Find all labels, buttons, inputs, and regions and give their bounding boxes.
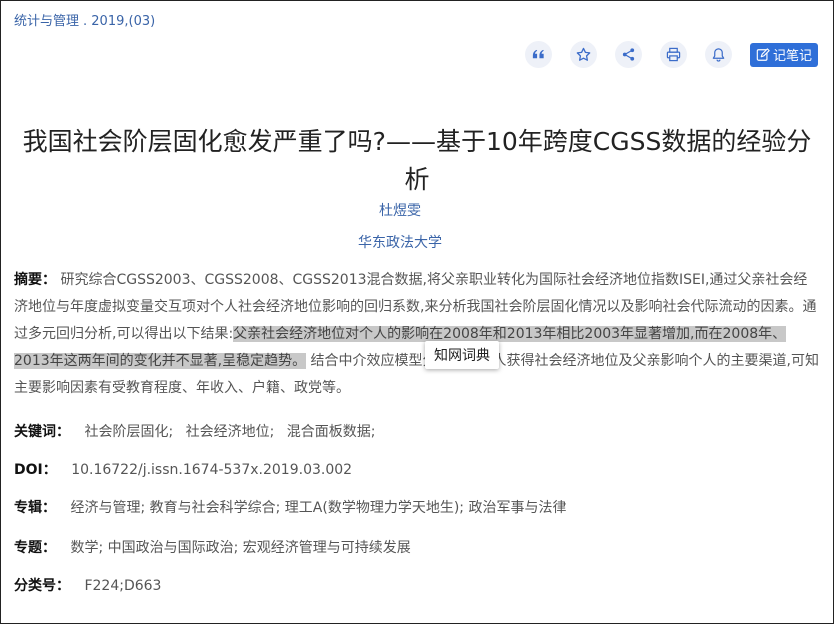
author-link[interactable]: 杜煜雯 xyxy=(0,200,800,220)
topic-value: 数学; 中国政治与国际政治; 宏观经济管理与可持续发展 xyxy=(70,540,411,556)
toolbar: 记笔记 xyxy=(524,41,818,68)
keyword-link[interactable]: 社会阶层固化; xyxy=(84,424,173,440)
take-note-button[interactable]: 记笔记 xyxy=(749,42,818,67)
source-info: 统计与管理 . 2019,(03) xyxy=(14,10,155,29)
printer-icon xyxy=(666,47,681,62)
topic-row: 专题： 数学; 中国政治与国际政治; 宏观经济管理与可持续发展 xyxy=(14,537,411,557)
album-value: 经济与管理; 教育与社会科学综合; 理工A(数学物理力学天地生); 政治军事与法… xyxy=(70,500,567,516)
pencil-icon xyxy=(756,47,770,61)
keyword-link[interactable]: 混合面板数据; xyxy=(287,424,376,440)
notify-button[interactable] xyxy=(704,41,732,68)
star-icon xyxy=(576,47,591,61)
issue-link[interactable]: . 2019,(03) xyxy=(83,14,155,29)
doi-value: 10.16722/j.issn.1674-537x.2019.03.002 xyxy=(71,462,353,478)
favorite-button[interactable] xyxy=(569,41,597,68)
doi-row: DOI： 10.16722/j.issn.1674-537x.2019.03.0… xyxy=(14,459,352,479)
classification-value: F224;D663 xyxy=(84,578,162,594)
topic-label: 专题： xyxy=(14,540,56,556)
cite-button[interactable] xyxy=(524,41,552,68)
journal-link[interactable]: 统计与管理 xyxy=(14,14,79,29)
print-button[interactable] xyxy=(659,41,687,68)
keyword-link[interactable]: 社会经济地位; xyxy=(186,424,275,440)
doi-label: DOI： xyxy=(14,462,57,478)
bell-icon xyxy=(712,48,725,62)
abstract-label: 摘要： xyxy=(14,272,56,288)
abstract: 摘要： 研究综合CGSS2003、CGSS2008、CGSS2013混合数据,将… xyxy=(14,267,820,402)
dictionary-tooltip[interactable]: 知网词典 xyxy=(425,341,499,369)
keywords-label: 关键词： xyxy=(14,424,70,440)
classification-label: 分类号： xyxy=(14,578,70,594)
keywords-row: 关键词： 社会阶层固化; 社会经济地位; 混合面板数据; xyxy=(14,421,384,441)
classification-row: 分类号： F224;D663 xyxy=(14,575,161,595)
organization-link[interactable]: 华东政法大学 xyxy=(0,232,800,252)
take-note-label: 记笔记 xyxy=(772,49,812,64)
quote-icon xyxy=(532,49,544,59)
share-button[interactable] xyxy=(614,41,642,68)
share-icon xyxy=(622,48,635,61)
album-row: 专辑： 经济与管理; 教育与社会科学综合; 理工A(数学物理力学天地生); 政治… xyxy=(14,497,566,517)
article-title: 我国社会阶层固化愈发严重了吗?——基于10年跨度CGSS数据的经验分析 xyxy=(22,126,812,194)
album-label: 专辑： xyxy=(14,500,56,516)
